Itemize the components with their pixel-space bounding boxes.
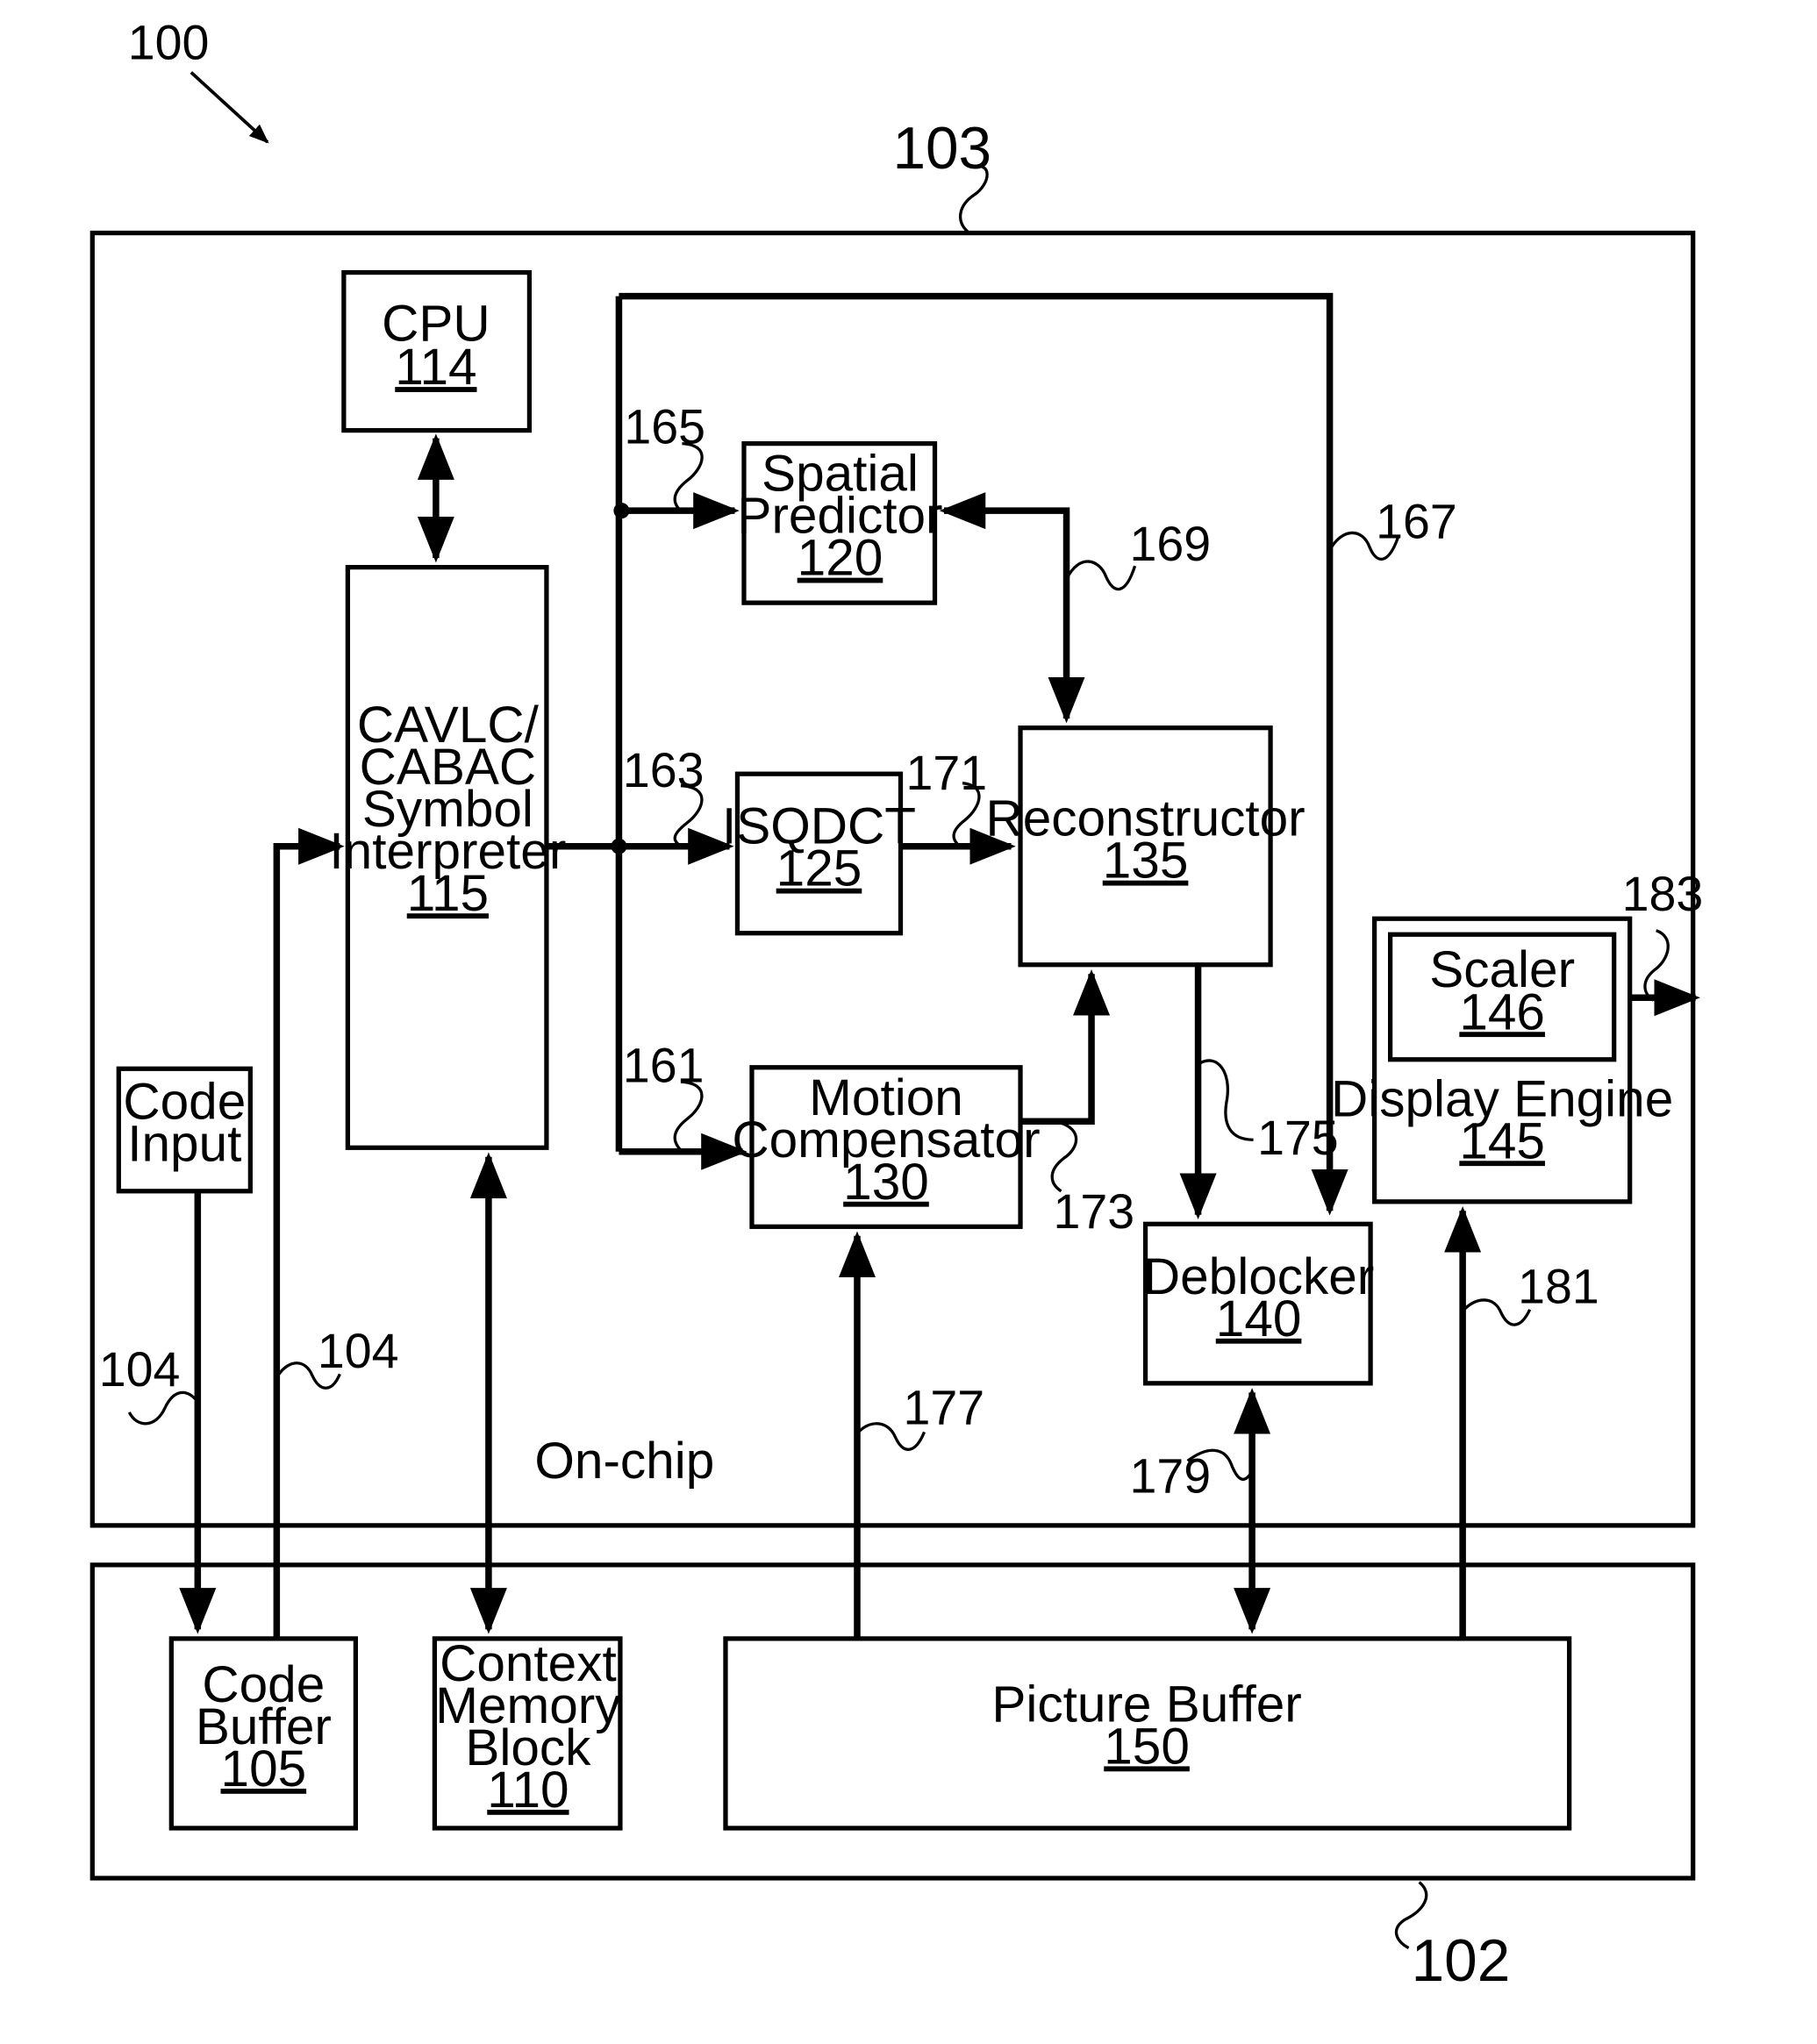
leader-104-a (127, 1390, 199, 1426)
deblocker-block: Deblocker 140 (1143, 1221, 1374, 1386)
ref-181: 181 (1518, 1259, 1599, 1313)
cpu-block: CPU 114 (341, 269, 533, 433)
spatial-predictor-block: Spatial Predictor 120 (737, 440, 943, 605)
link-169 (939, 492, 1085, 724)
picture-buffer-block: Picture Buffer 150 (723, 1636, 1572, 1831)
ref-175: 175 (1257, 1111, 1339, 1165)
display-engine-ref: 145 (1459, 1112, 1545, 1169)
ref-179: 179 (1130, 1448, 1212, 1503)
ref-167: 167 (1376, 495, 1457, 549)
link-104-buffer (273, 827, 345, 1639)
isqdct-block: ISQDCT 125 (722, 771, 916, 936)
ref-104-a: 104 (99, 1342, 181, 1397)
code-input-block: Code Input (116, 1066, 253, 1194)
spatial-predictor-ref: 120 (798, 530, 883, 587)
ref-163: 163 (623, 743, 705, 797)
ref-173: 173 (1054, 1184, 1135, 1239)
context-memory-block: Context Memory Block 110 (432, 1635, 623, 1831)
leader-169 (1065, 560, 1137, 591)
reconstructor-ref: 135 (1103, 833, 1189, 890)
motion-compensator-ref: 130 (843, 1154, 929, 1211)
symbol-interpreter-block: CAVLC/ CABAC Symbol Interpreter 115 (329, 565, 566, 1150)
figure-ref-label: 100 (128, 16, 210, 70)
code-buffer-block: Code Buffer 105 (168, 1636, 358, 1831)
display-engine-block: Scaler 146 Display Engine 145 (1331, 916, 1673, 1204)
leader-173 (1050, 1121, 1078, 1193)
cpu-ref: 114 (395, 339, 476, 396)
ref-171: 171 (905, 746, 987, 800)
code-buffer-ref: 105 (221, 1740, 307, 1797)
block-diagram: 100 103 On-chip 102 CPU 114 CAVLC/ CABAC… (89, 16, 1704, 1994)
ref-104-b: 104 (318, 1324, 399, 1378)
link-173 (1020, 968, 1111, 1126)
leader-175 (1198, 1059, 1254, 1141)
interpreter-ref: 115 (407, 865, 489, 922)
figure-ref-arrow (190, 71, 269, 144)
scaler-ref: 146 (1459, 983, 1545, 1040)
reconstructor-block: Reconstructor 135 (985, 725, 1306, 968)
code-input-line-2: Input (127, 1115, 241, 1172)
motion-compensator-block: Motion Compensator 130 (732, 1065, 1041, 1229)
on-chip-ref-label: 103 (892, 116, 991, 182)
leader-183 (1643, 929, 1670, 1002)
ref-177: 177 (903, 1380, 984, 1434)
ref-183: 183 (1622, 867, 1704, 921)
deblocker-ref: 140 (1216, 1290, 1302, 1347)
picture-buffer-ref: 150 (1104, 1718, 1190, 1775)
context-memory-ref: 110 (487, 1762, 569, 1819)
isqdct-ref: 125 (776, 840, 862, 897)
off-chip-ref-label: 102 (1412, 1928, 1511, 1994)
ref-169: 169 (1130, 517, 1212, 571)
on-chip-label: On-chip (534, 1433, 714, 1490)
